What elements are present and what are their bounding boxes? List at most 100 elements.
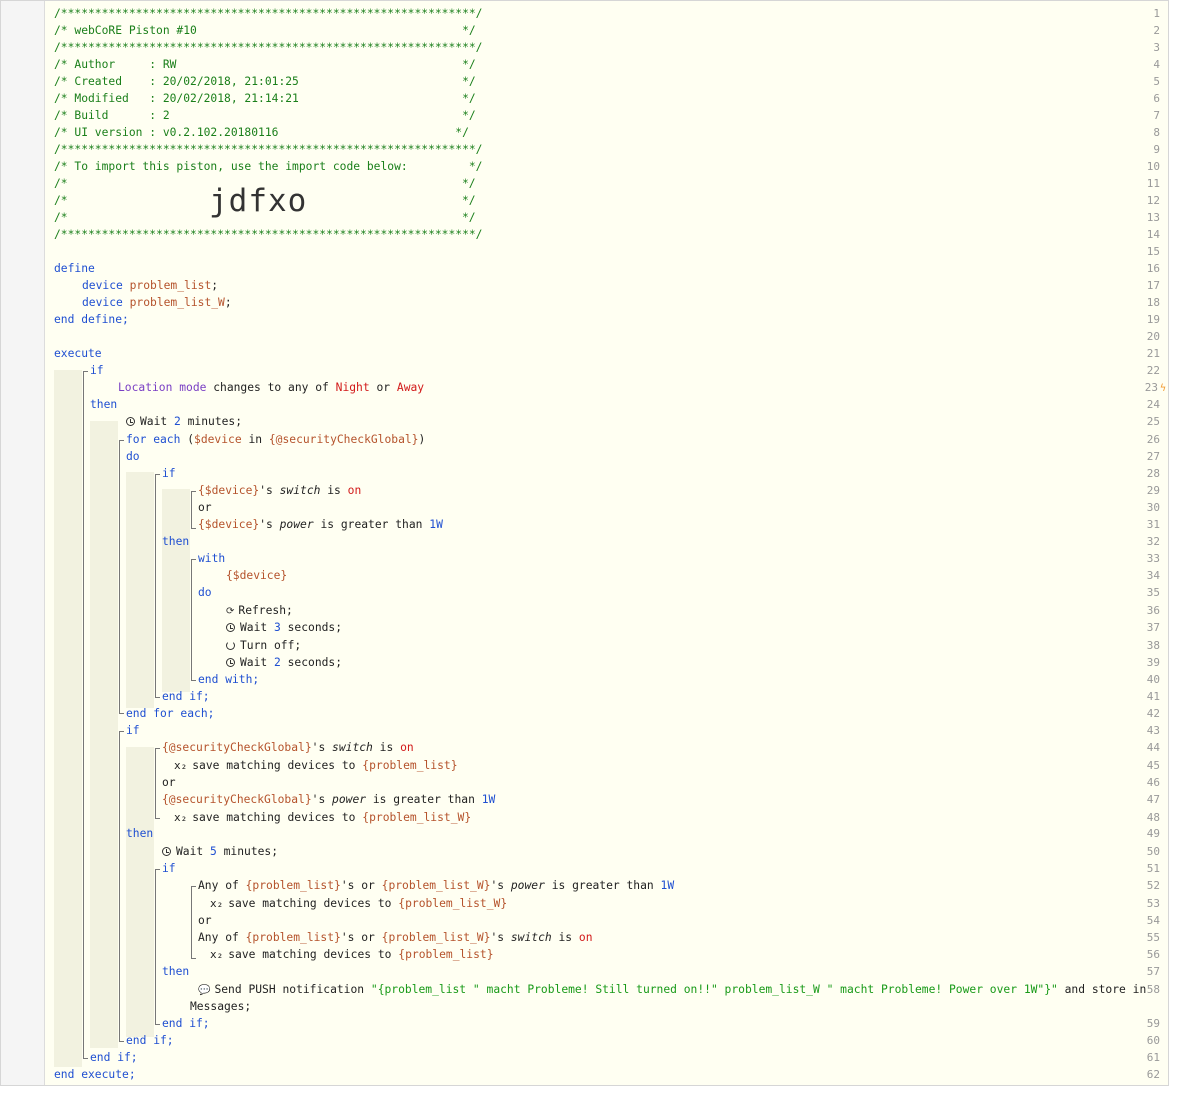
lightning-bolt-icon[interactable]: ϟ xyxy=(1160,383,1166,394)
for-each-statement[interactable]: for each ($device in {@securityCheckGlob… xyxy=(126,431,425,448)
line-number: 47 xyxy=(1146,793,1160,806)
loop-variable: $device xyxy=(194,433,242,446)
variable-name[interactable]: problem_list_W xyxy=(130,296,225,309)
line-number: 26 xyxy=(1146,433,1160,446)
condition[interactable]: {@securityCheckGlobal}'s switch is on xyxy=(162,739,414,756)
with-keyword[interactable]: with xyxy=(198,550,225,567)
line-number: 22 xyxy=(1146,364,1160,377)
comment-line: /* To import this piston, use the import… xyxy=(54,160,483,173)
line-number: 56 xyxy=(1146,948,1160,961)
line-number: 41 xyxy=(1146,690,1160,703)
save-matching[interactable]: x₂ save matching devices to {problem_list… xyxy=(210,895,507,912)
clock-icon xyxy=(226,623,235,632)
if-keyword[interactable]: if xyxy=(162,860,176,877)
line-number: 13 xyxy=(1146,211,1160,224)
threshold-value: 1W xyxy=(481,793,496,806)
save-matching[interactable]: x₂ save matching devices to {problem_list… xyxy=(210,946,494,963)
push-notification[interactable]: 💬 Send PUSH notification "{problem_list "… xyxy=(198,981,1146,998)
wait-value: 2 xyxy=(274,656,281,669)
mode-value: Night xyxy=(335,381,370,394)
push-text: Send PUSH notification xyxy=(214,983,371,996)
attribute-name: switch xyxy=(279,484,321,497)
or-operator[interactable]: or xyxy=(198,912,212,929)
device-expression: {$device} xyxy=(198,484,260,497)
wait-statement[interactable]: Wait 2 minutes; xyxy=(126,413,242,430)
comment-line: /***************************************… xyxy=(54,143,483,156)
condition-bracket xyxy=(191,896,192,951)
for-each-bracket xyxy=(119,706,124,714)
line-number: 25 xyxy=(1146,415,1160,428)
possessive: 's xyxy=(490,879,511,892)
line-number: 7 xyxy=(1153,109,1160,122)
wait-value: 3 xyxy=(274,621,281,634)
piston-code-view: 1 2 3 4 5 6 7 8 9 10 11 12 13 14 15 16 1… xyxy=(0,0,1169,1086)
if-bracket xyxy=(83,381,84,1051)
import-code[interactable]: jdfxo xyxy=(209,184,307,218)
line-number: 21 xyxy=(1146,347,1160,360)
if-keyword[interactable]: if xyxy=(126,722,140,739)
line-number: 32 xyxy=(1146,535,1160,548)
trigger-condition[interactable]: Location mode changes to any of Night or… xyxy=(118,379,424,396)
line-number: 50 xyxy=(1146,845,1160,858)
variable-name[interactable]: problem_list xyxy=(130,279,212,292)
refresh-command[interactable]: ⟳ Refresh; xyxy=(226,602,293,619)
or-text: or xyxy=(376,381,391,394)
if-keyword[interactable]: if xyxy=(90,362,104,379)
condition[interactable]: {$device}'s power is greater than 1W xyxy=(198,516,443,533)
line-number: 38 xyxy=(1146,639,1160,652)
indent-guide xyxy=(126,747,154,1037)
for-each-bracket xyxy=(119,450,120,706)
line-number: 48 xyxy=(1146,811,1160,824)
then-keyword: then xyxy=(126,827,154,840)
line-number: 42 xyxy=(1146,707,1160,720)
if-keyword[interactable]: if xyxy=(162,465,176,482)
push-message: "{problem_list " macht Probleme! Still t… xyxy=(370,983,1058,996)
condition-bracket xyxy=(155,811,160,819)
if-bracket xyxy=(155,484,156,690)
save-text: save matching devices to xyxy=(228,948,399,961)
line-number: 39 xyxy=(1146,656,1160,669)
line-number: 15 xyxy=(1146,245,1160,258)
condition[interactable]: Any of {problem_list}'s or {problem_list… xyxy=(198,877,674,894)
possessive: 's xyxy=(259,518,280,531)
possessive: 's xyxy=(311,741,333,754)
attribute-name: power xyxy=(279,518,314,531)
end-if-keyword: end if; xyxy=(90,1051,138,1064)
wait-statement[interactable]: Wait 3 seconds; xyxy=(226,619,342,636)
or-operator[interactable]: or xyxy=(162,774,176,791)
condition[interactable]: {$device}'s switch is on xyxy=(198,482,361,499)
or-operator[interactable]: or xyxy=(198,499,212,516)
line-number: 18 xyxy=(1146,296,1160,309)
define-keyword: define xyxy=(54,262,95,275)
line-number: 45 xyxy=(1146,759,1160,772)
line-number: 35 xyxy=(1146,586,1160,599)
save-text: save matching devices to xyxy=(228,897,399,910)
wait-statement[interactable]: Wait 5 minutes; xyxy=(162,843,278,860)
device-declaration: device problem_list; xyxy=(82,277,218,294)
save-matching[interactable]: x₂ save matching devices to {problem_list… xyxy=(174,757,458,774)
line-number: 28 xyxy=(1146,467,1160,480)
line-number-gutter xyxy=(1,1,45,1085)
save-matching[interactable]: x₂ save matching devices to {problem_list… xyxy=(174,809,471,826)
wait-unit: minutes; xyxy=(216,845,279,858)
turn-off-command[interactable]: Turn off; xyxy=(226,637,301,654)
condition[interactable]: Any of {problem_list}'s or {problem_list… xyxy=(198,929,593,946)
line-number: 49 xyxy=(1146,827,1160,840)
condition-bracket xyxy=(155,758,156,818)
threshold-value: 1W xyxy=(429,518,443,531)
condition[interactable]: {@securityCheckGlobal}'s power is greate… xyxy=(162,791,495,808)
command-text: Refresh; xyxy=(238,604,293,617)
variable-name: {problem_list_W} xyxy=(381,879,491,892)
if-bracket xyxy=(155,690,160,698)
wait-statement[interactable]: Wait 2 seconds; xyxy=(226,654,342,671)
save-text: save matching devices to xyxy=(192,759,363,772)
line-number: 19 xyxy=(1146,313,1160,326)
line-number: 62 xyxy=(1146,1068,1160,1081)
comment-line: */ xyxy=(462,211,476,224)
line-number: 14 xyxy=(1146,228,1160,241)
line-number: 10 xyxy=(1146,160,1160,173)
line-number: 54 xyxy=(1146,914,1160,927)
end-execute-keyword: end execute; xyxy=(54,1068,136,1081)
comment-line: /* xyxy=(54,177,68,190)
line-number: 3 xyxy=(1153,41,1160,54)
